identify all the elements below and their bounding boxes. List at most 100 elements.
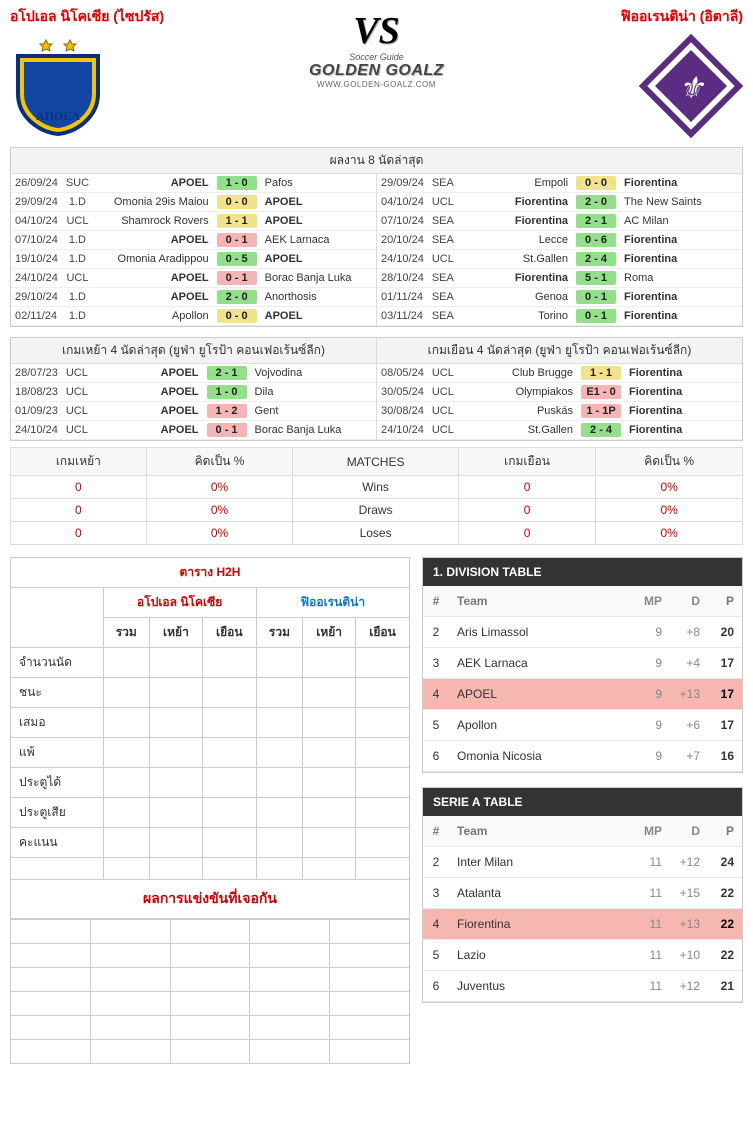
result-home: APOEL xyxy=(92,364,203,383)
result-date: 02/11/24 xyxy=(11,307,62,326)
result-date: 19/10/24 xyxy=(11,250,62,269)
result-home: Apollon xyxy=(93,307,213,326)
home-team-block: อโปเอล นิโคเซีย (ไซปรัส) ΑΠΟΕΛ xyxy=(10,6,257,141)
result-score: 2 - 0 xyxy=(572,193,620,212)
result-away: Fiorentina xyxy=(620,288,742,307)
result-row: 07/10/241.DAPOEL0 - 1AEK Larnaca xyxy=(11,231,376,250)
standing-col-team: Team xyxy=(449,816,636,847)
result-row: 30/05/24UCLOlympiakosE1 - 0Fiorentina xyxy=(377,383,742,402)
result-score: 0 - 1 xyxy=(572,288,620,307)
meetings-grid xyxy=(10,919,410,1064)
standing-d: +10 xyxy=(670,940,708,971)
home-team-badge: ΑΠΟΕΛ xyxy=(10,34,106,138)
h2h-home-label: อโปเอล นิโคเซีย xyxy=(103,588,256,618)
result-row: 07/10/24SEAFiorentina2 - 1AC Milan xyxy=(377,212,742,231)
result-row: 24/10/24UCLSt.Gallen2 - 4Fiorentina xyxy=(377,250,742,269)
result-comp: SEA xyxy=(428,307,458,326)
h2h-row-label: จำนวนนัด xyxy=(11,648,104,678)
standing-team: Juventus xyxy=(449,971,636,1002)
standing-row: 5Lazio11+1022 xyxy=(423,940,742,971)
result-date: 24/10/24 xyxy=(11,421,62,440)
h2h-row xyxy=(11,858,410,880)
h2h-row: แพ้ xyxy=(11,738,410,768)
result-row: 02/11/241.DApollon0 - 0APOEL xyxy=(11,307,376,326)
stat-col-away-pct: คิดเป็น % xyxy=(596,448,743,476)
standing-team: Aris Limassol xyxy=(449,617,636,648)
standing-pos: 3 xyxy=(423,878,449,909)
result-row: 28/10/24SEAFiorentina5 - 1Roma xyxy=(377,269,742,288)
result-away: Fiorentina xyxy=(625,364,742,383)
stat-row: 00%Draws00% xyxy=(11,499,743,522)
standing-team: Inter Milan xyxy=(449,847,636,878)
stat-away-val: 0 xyxy=(458,499,596,522)
result-date: 01/11/24 xyxy=(377,288,428,307)
result-comp: UCL xyxy=(428,364,458,383)
result-row: 04/10/24UCLFiorentina2 - 0The New Saints xyxy=(377,193,742,212)
h2h-col-home-h: เหย้า xyxy=(150,618,203,648)
last8-away-table: 29/09/24SEAEmpoli0 - 0Fiorentina04/10/24… xyxy=(377,174,742,326)
h2h-row-label: ชนะ xyxy=(11,678,104,708)
result-date: 24/10/24 xyxy=(377,421,428,440)
result-score: 5 - 1 xyxy=(572,269,620,288)
result-row: 28/07/23UCLAPOEL2 - 1Vojvodina xyxy=(11,364,376,383)
result-score: 0 - 0 xyxy=(213,307,261,326)
standing-col-mp: MP xyxy=(636,586,670,617)
result-row: 19/10/241.DOmonia Aradippou0 - 5APOEL xyxy=(11,250,376,269)
stat-home-val: 0 xyxy=(11,499,147,522)
result-score: 2 - 0 xyxy=(213,288,261,307)
standing-mp: 11 xyxy=(636,971,670,1002)
match-header: อโปเอล นิโคเซีย (ไซปรัส) ΑΠΟΕΛ VS Soccer… xyxy=(0,0,753,141)
result-score: 0 - 0 xyxy=(572,174,620,193)
standing-col-team: Team xyxy=(449,586,636,617)
result-home: APOEL xyxy=(92,421,203,440)
result-away: AC Milan xyxy=(620,212,742,231)
stat-away-pct: 0% xyxy=(596,476,743,499)
standing-pos: 5 xyxy=(423,940,449,971)
result-home: Fiorentina xyxy=(458,212,572,231)
result-away: Dila xyxy=(251,383,376,402)
result-comp: 1.D xyxy=(62,307,93,326)
result-home: Omonia 29is Maiou xyxy=(93,193,213,212)
result-away: Fiorentina xyxy=(625,383,742,402)
result-date: 28/07/23 xyxy=(11,364,62,383)
result-home: APOEL xyxy=(93,269,213,288)
standing-table: 1. DIVISION TABLE#TeamMPDP2Aris Limassol… xyxy=(422,557,743,773)
result-date: 04/10/24 xyxy=(377,193,428,212)
stat-label: Draws xyxy=(293,499,458,522)
result-score: 0 - 1 xyxy=(203,421,251,440)
result-comp: UCL xyxy=(428,421,458,440)
result-away: Borac Banja Luka xyxy=(261,269,376,288)
standing-pos: 2 xyxy=(423,617,449,648)
result-away: Roma xyxy=(620,269,742,288)
standing-p: 16 xyxy=(708,741,742,772)
standing-p: 17 xyxy=(708,679,742,710)
result-away: APOEL xyxy=(261,193,376,212)
standing-d: +8 xyxy=(670,617,708,648)
h2h-col-away-a: เยือน xyxy=(356,618,410,648)
brand-url: WWW.GOLDEN-GOALZ.COM xyxy=(257,80,497,89)
h2h-col-home-a: เหย้า xyxy=(303,618,356,648)
h2h-row-label: เสมอ xyxy=(11,708,104,738)
h2h-row-label: ประตูเสีย xyxy=(11,798,104,828)
result-away: The New Saints xyxy=(620,193,742,212)
result-row: 24/10/24UCLSt.Gallen2 - 4Fiorentina xyxy=(377,421,742,440)
result-row: 29/09/24SEAEmpoli0 - 0Fiorentina xyxy=(377,174,742,193)
standing-p: 17 xyxy=(708,648,742,679)
result-home: Fiorentina xyxy=(458,269,572,288)
result-comp: UCL xyxy=(428,402,458,421)
standing-team: APOEL xyxy=(449,679,636,710)
result-date: 07/10/24 xyxy=(377,212,428,231)
result-home: Empoli xyxy=(458,174,572,193)
result-home: St.Gallen xyxy=(458,421,577,440)
standing-mp: 9 xyxy=(636,617,670,648)
standing-mp: 9 xyxy=(636,710,670,741)
result-comp: UCL xyxy=(62,364,92,383)
result-away: Vojvodina xyxy=(251,364,376,383)
site-brand: Soccer Guide GOLDEN GOALZ WWW.GOLDEN-GOA… xyxy=(257,52,497,89)
standing-title: 1. DIVISION TABLE xyxy=(423,558,742,586)
result-score: 0 - 6 xyxy=(572,231,620,250)
result-date: 18/08/23 xyxy=(11,383,62,402)
standing-pos: 3 xyxy=(423,648,449,679)
result-score: 0 - 1 xyxy=(213,231,261,250)
standing-d: +7 xyxy=(670,741,708,772)
